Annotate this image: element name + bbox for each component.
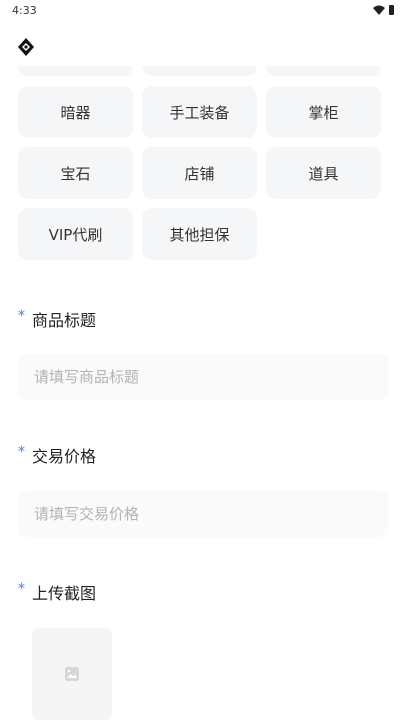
price-input[interactable] [18, 491, 388, 537]
status-icons [373, 5, 394, 15]
price-label-text: 交易价格 [32, 447, 97, 466]
category-chip-other-escrow[interactable]: 其他担保 [142, 208, 257, 260]
title-field-label: * 商品标题 [18, 307, 96, 331]
category-chip-props[interactable]: 道具 [266, 147, 381, 199]
required-mark: * [18, 444, 25, 460]
screenshot-label-text: 上传截图 [32, 584, 97, 603]
diamond-logo-icon[interactable] [16, 37, 36, 57]
price-field-label: * 交易价格 [18, 443, 96, 467]
upload-screenshot-button[interactable] [32, 628, 112, 720]
status-bar: 4:33 [0, 0, 404, 22]
category-chip-shopkeeper[interactable]: 掌柜 [266, 86, 381, 138]
title-input[interactable] [18, 354, 388, 400]
category-chip-vip-boost[interactable]: VIP代刷 [18, 208, 133, 260]
image-icon [65, 667, 79, 681]
category-chip-handcraft-equipment[interactable]: 手工装备 [142, 86, 257, 138]
battery-icon [389, 5, 394, 15]
category-chip-shop[interactable]: 店铺 [142, 147, 257, 199]
required-mark: * [18, 581, 25, 597]
screenshot-field-label: * 上传截图 [18, 580, 96, 604]
title-label-text: 商品标题 [32, 311, 97, 330]
category-chip[interactable] [266, 66, 381, 76]
category-chip[interactable] [18, 66, 133, 76]
category-chip-gem[interactable]: 宝石 [18, 147, 133, 199]
required-mark: * [18, 308, 25, 324]
wifi-icon [373, 5, 385, 15]
status-time: 4:33 [12, 4, 37, 17]
category-chip-anqi[interactable]: 暗器 [18, 86, 133, 138]
category-chip[interactable] [142, 66, 257, 76]
